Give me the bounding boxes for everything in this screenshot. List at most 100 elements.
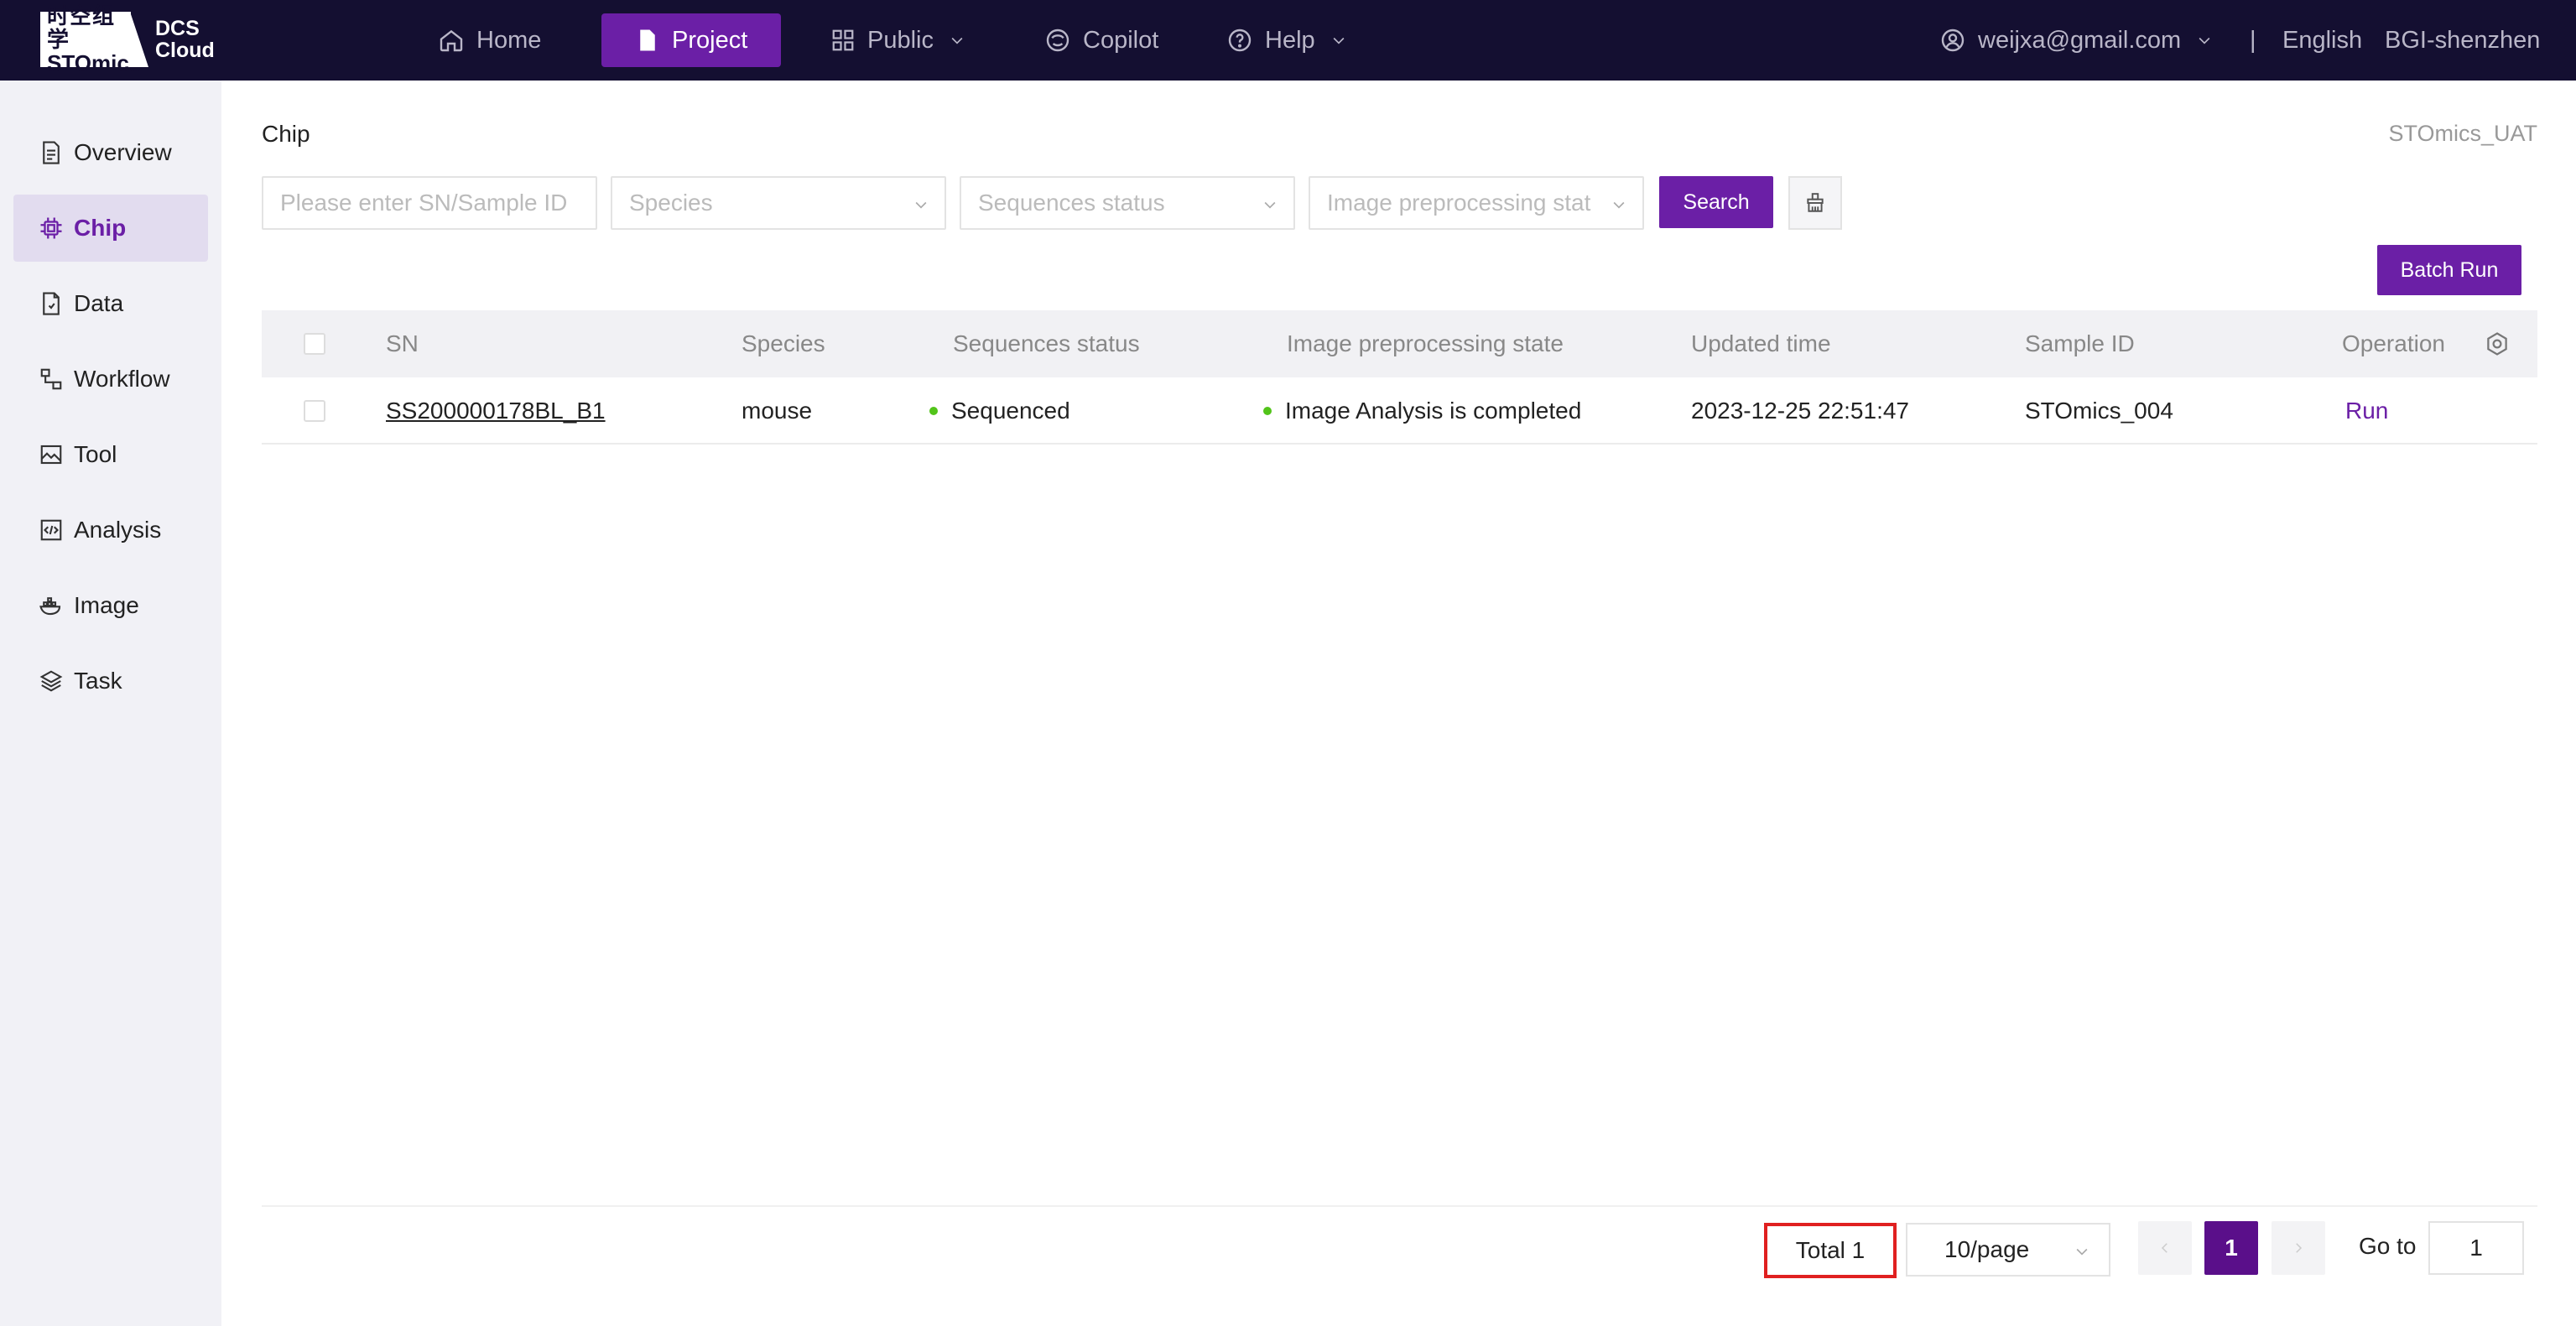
top-navbar: 时空组学 STOmics DCS Cloud Home Project Publ… xyxy=(0,0,2576,81)
sidebar-item-label: Workflow xyxy=(74,366,170,392)
workflow-icon xyxy=(40,368,62,390)
sidebar-item-workflow[interactable]: Workflow xyxy=(13,346,208,413)
logo-mark: 时空组学 STOmics xyxy=(40,4,141,75)
page-title: Chip xyxy=(262,121,310,147)
table-header: SN Species Sequences status Image prepro… xyxy=(262,310,2537,377)
sidebar-item-data[interactable]: Data xyxy=(13,270,208,337)
next-page-button[interactable] xyxy=(2272,1221,2325,1275)
sidebar-item-label: Analysis xyxy=(74,517,162,543)
chevron-down-icon xyxy=(1333,37,1345,44)
document-icon xyxy=(43,141,60,164)
product-name: DCS Cloud xyxy=(155,18,215,61)
search-button[interactable]: Search xyxy=(1659,176,1773,228)
row-checkbox[interactable] xyxy=(304,400,325,422)
select-all-checkbox-cell[interactable] xyxy=(304,310,325,377)
nav-project[interactable]: Project xyxy=(601,13,782,67)
sn-cell: SS200000178BL_B1 xyxy=(386,377,606,445)
sidebar-item-image[interactable]: Image xyxy=(13,572,208,639)
nav-project-label: Project xyxy=(672,26,748,54)
sidebar-item-label: Task xyxy=(74,668,122,694)
run-link[interactable]: Run xyxy=(2345,398,2388,424)
column-header-operation: Operation xyxy=(2342,330,2445,356)
status-dot xyxy=(1263,407,1272,415)
page-size-select[interactable]: 10/page xyxy=(1906,1223,2110,1277)
nav-home[interactable]: Home xyxy=(438,13,541,67)
file-data-icon xyxy=(43,292,60,315)
chevron-down-icon xyxy=(2199,37,2210,44)
species-select[interactable]: Species xyxy=(611,176,946,230)
page-number-current[interactable]: 1 xyxy=(2204,1221,2258,1275)
logo-cn-text: 时空组学 xyxy=(47,3,116,52)
sidebar-item-label: Tool xyxy=(74,441,117,467)
nav-public[interactable]: Public xyxy=(830,13,977,67)
sequences-status-text: Sequenced xyxy=(951,398,1070,424)
column-settings-button[interactable] xyxy=(2485,310,2510,377)
chevron-down-icon xyxy=(915,201,927,209)
nav-public-label: Public xyxy=(867,26,934,54)
nav-help-label: Help xyxy=(1265,26,1315,54)
footer-divider xyxy=(262,1205,2537,1207)
sequences-status-cell: Sequenced xyxy=(929,377,1070,445)
chevron-down-icon xyxy=(1613,201,1625,209)
chevron-down-icon xyxy=(951,37,963,44)
docker-icon xyxy=(39,597,61,616)
code-icon xyxy=(40,519,62,541)
image-preprocessing-select[interactable]: Image preprocessing stat xyxy=(1309,176,1644,230)
image-preprocessing-placeholder: Image preprocessing stat xyxy=(1327,190,1591,216)
logo-en-text: STOmics xyxy=(47,50,142,75)
column-header-updated-time[interactable]: Updated time xyxy=(1691,310,1831,377)
operation-cell: Run xyxy=(2345,377,2388,445)
sequences-status-select[interactable]: Sequences status xyxy=(960,176,1295,230)
user-menu[interactable]: weijxa@gmail.com xyxy=(1939,13,2213,67)
home-icon xyxy=(440,29,463,52)
goto-label: Go to xyxy=(2359,1233,2417,1259)
chip-icon xyxy=(40,217,62,239)
column-header-image-state[interactable]: Image preprocessing state xyxy=(1287,310,1564,377)
sidebar-item-label: Chip xyxy=(74,215,127,241)
species-placeholder: Species xyxy=(629,190,713,216)
file-icon xyxy=(640,29,655,51)
nav-help[interactable]: Help xyxy=(1226,13,1359,67)
species-cell: mouse xyxy=(742,398,813,424)
chevron-right-icon xyxy=(2296,1243,2303,1253)
select-all-checkbox[interactable] xyxy=(304,333,325,355)
org-name[interactable]: BGI-shenzhen xyxy=(2385,13,2540,67)
logo-slash xyxy=(130,12,148,67)
prev-page-button[interactable] xyxy=(2138,1221,2192,1275)
sequences-status-placeholder: Sequences status xyxy=(978,190,1165,216)
sn-link[interactable]: SS200000178BL_B1 xyxy=(386,398,606,424)
environment-label: STOmics_UAT xyxy=(2388,121,2537,146)
sidebar-item-label: Data xyxy=(74,290,124,316)
clear-filters-button[interactable] xyxy=(1788,176,1842,230)
status-dot xyxy=(929,407,938,415)
batch-run-button[interactable]: Batch Run xyxy=(2377,245,2521,295)
nav-divider: | xyxy=(2250,26,2256,54)
goto-page-input[interactable]: 1 xyxy=(2428,1221,2524,1275)
user-email: weijxa@gmail.com xyxy=(1978,26,2182,54)
nav-copilot-label: Copilot xyxy=(1083,26,1159,54)
sn-search-input[interactable]: Please enter SN/Sample ID xyxy=(262,176,597,230)
sidebar-item-overview[interactable]: Overview xyxy=(13,119,208,186)
sidebar-item-tool[interactable]: Tool xyxy=(13,421,208,488)
sidebar-item-analysis[interactable]: Analysis xyxy=(13,497,208,564)
column-header-sn[interactable]: SN xyxy=(386,310,419,377)
language-switch[interactable]: English xyxy=(2282,13,2362,67)
sidebar-item-task[interactable]: Task xyxy=(13,647,208,715)
image-state-text: Image Analysis is completed xyxy=(1285,398,1582,424)
user-icon xyxy=(1941,29,1965,52)
column-header-sample-id[interactable]: Sample ID xyxy=(2025,310,2135,377)
sidebar: Overview Chip Data Workflow Tool Analysi… xyxy=(0,81,221,1326)
brand-logo[interactable]: 时空组学 STOmics DCS Cloud xyxy=(40,4,215,75)
sidebar-item-chip[interactable]: Chip xyxy=(13,195,208,262)
column-header-species[interactable]: Species xyxy=(742,310,825,377)
updated-time-cell: 2023-12-25 22:51:47 xyxy=(1691,398,1909,424)
row-checkbox-cell[interactable] xyxy=(304,377,325,445)
product-line-1: DCS xyxy=(155,17,200,40)
nav-home-label: Home xyxy=(476,26,542,54)
image-state-cell: Image Analysis is completed xyxy=(1263,377,1581,445)
page-size-value: 10/page xyxy=(1944,1236,2030,1262)
copilot-icon xyxy=(1046,29,1069,52)
total-count: Total 1 xyxy=(1764,1223,1897,1278)
column-header-sequences-status[interactable]: Sequences status xyxy=(953,310,1140,377)
nav-copilot[interactable]: Copilot xyxy=(1044,13,1158,67)
